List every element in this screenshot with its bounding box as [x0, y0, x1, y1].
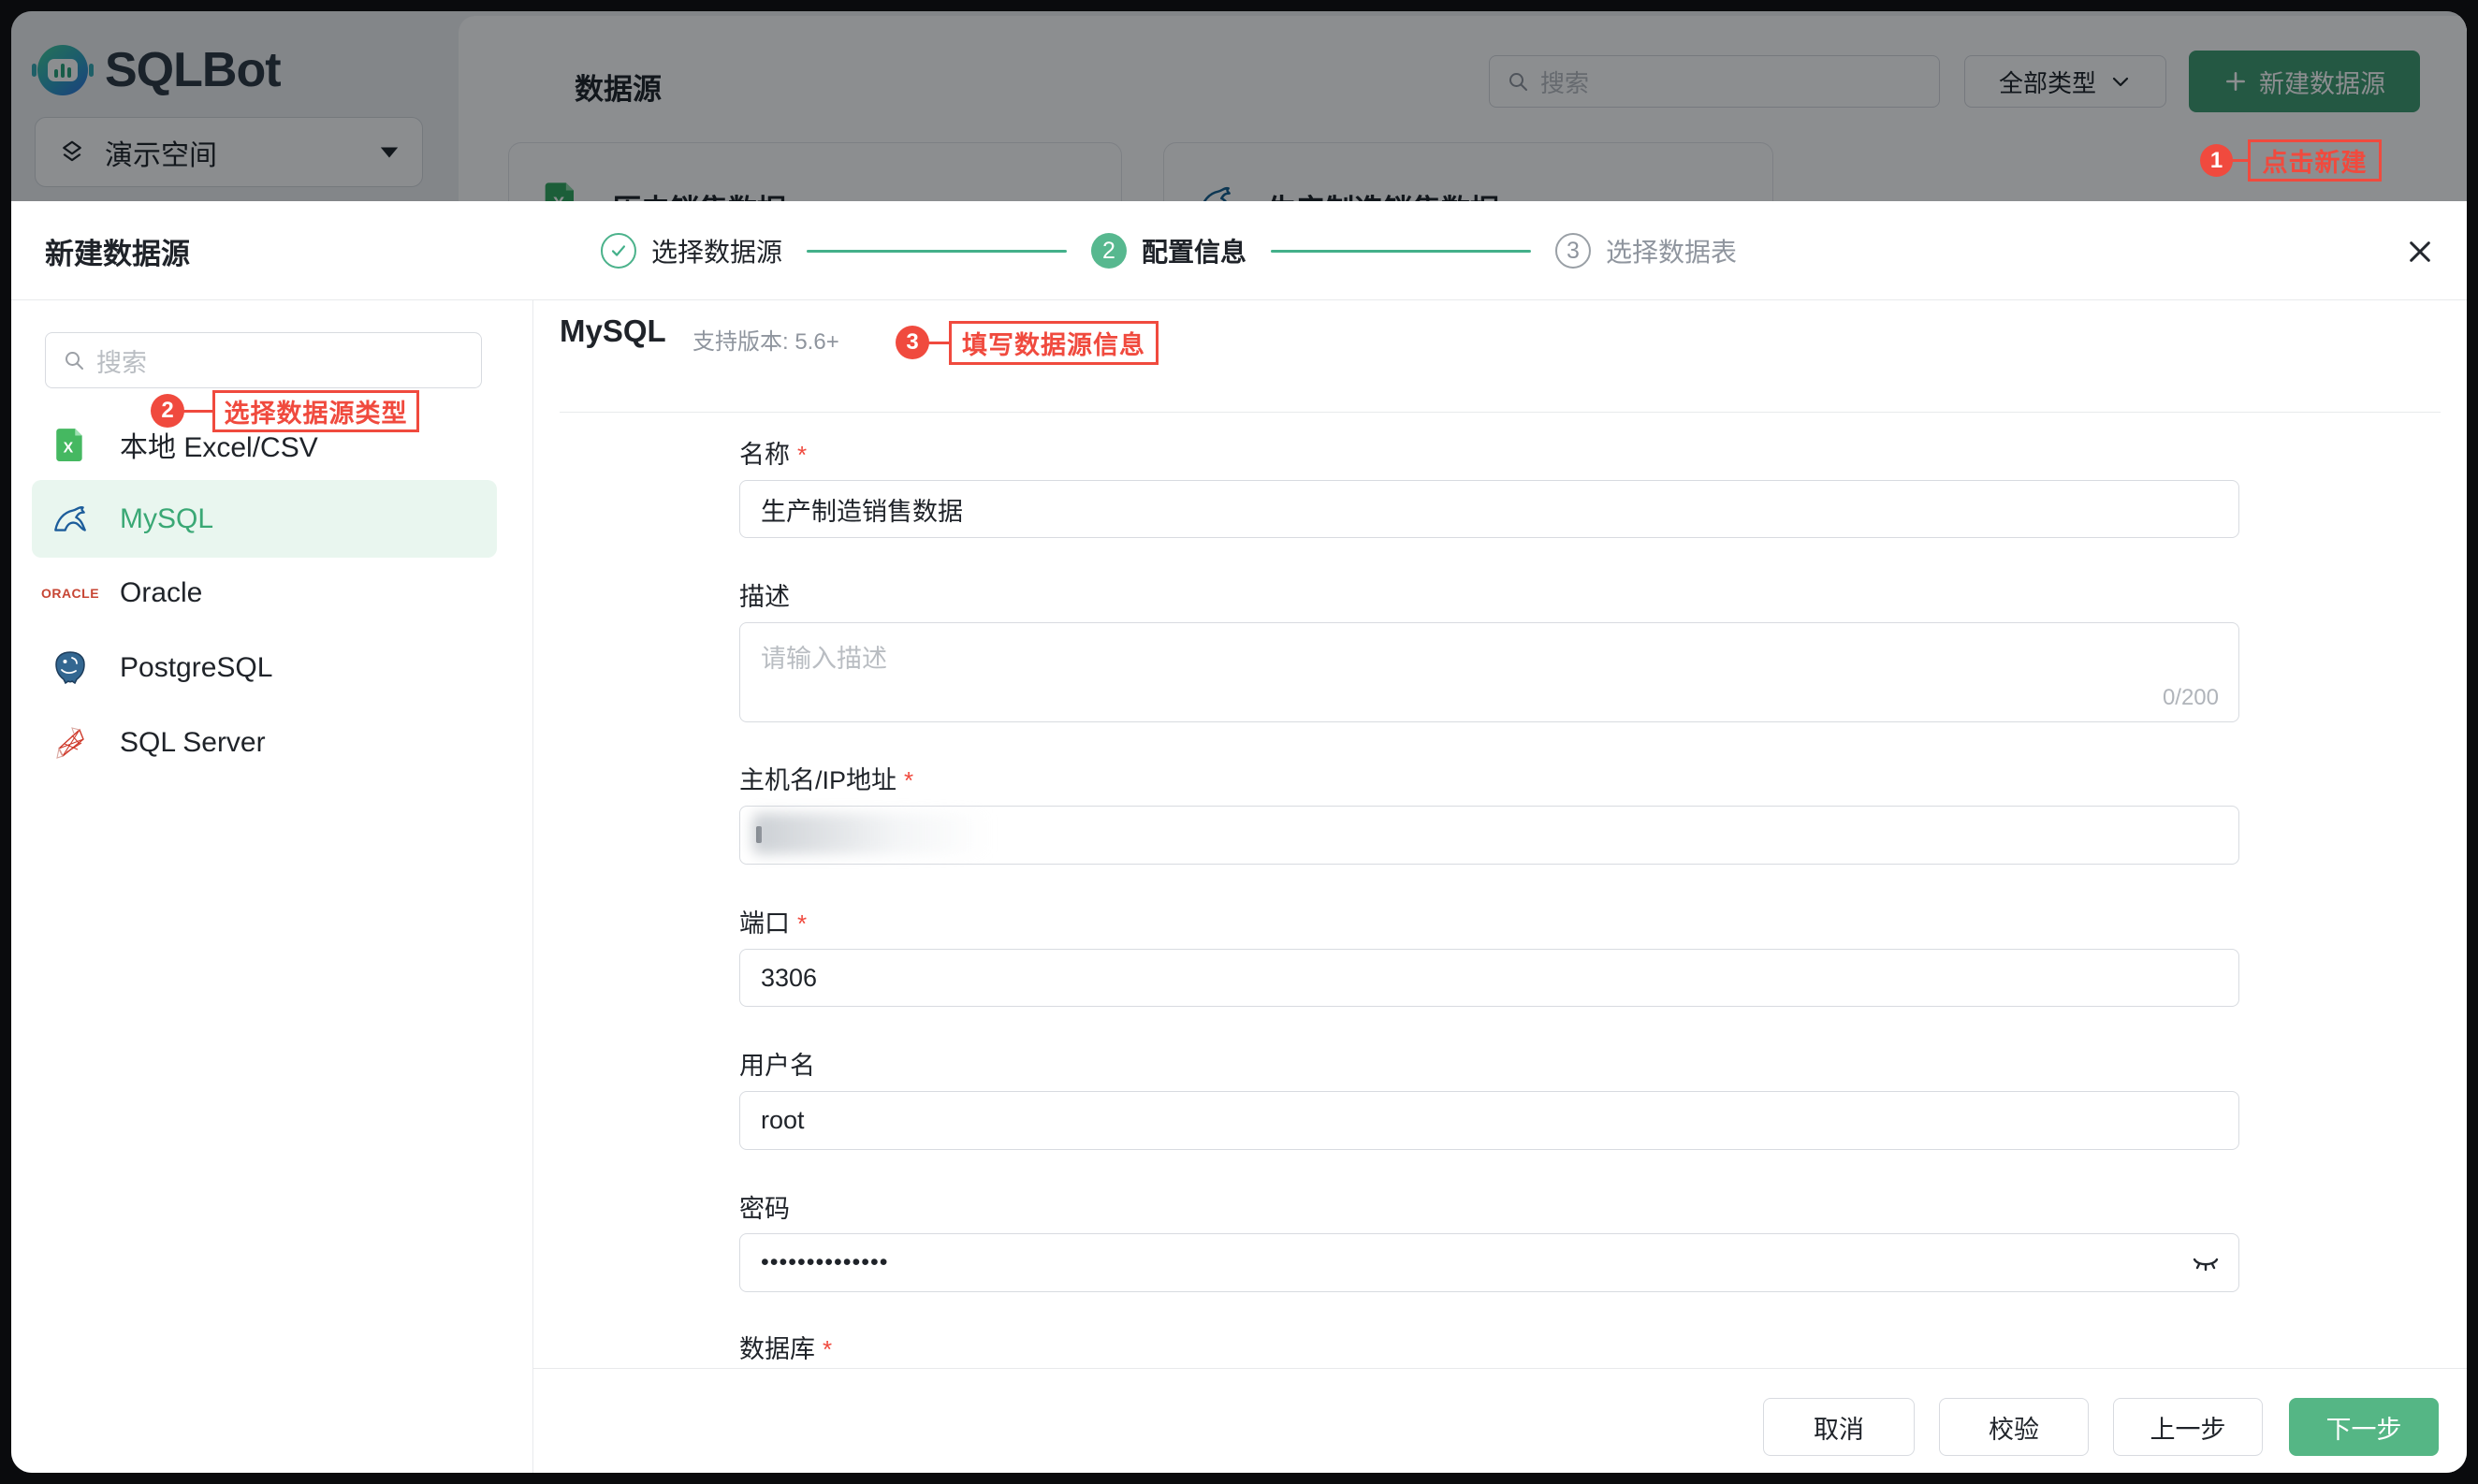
database-label: 数据库* [739, 1329, 832, 1365]
host-label: 主机名/IP地址* [739, 760, 913, 796]
mysql-icon [51, 500, 90, 539]
svg-text:X: X [64, 440, 74, 456]
new-datasource-modal: 新建数据源 选择数据源 2 配置信息 3 [11, 201, 2467, 1473]
annotation-1-badge: 1 [2200, 144, 2233, 177]
step-configure-info: 2 配置信息 [1091, 232, 1246, 269]
excel-icon: X [51, 425, 90, 464]
prev-step-button[interactable]: 上一步 [2113, 1398, 2263, 1456]
redaction-blur [752, 813, 991, 854]
divider [560, 412, 2441, 413]
modal-steps: 选择数据源 2 配置信息 3 选择数据表 [601, 201, 1737, 300]
datasource-type-sidebar: 搜索 2 选择数据源类型 X 本地 Excel/CSV [11, 300, 533, 1473]
db-version-note: 支持版本: 5.6+ [692, 323, 839, 356]
password-field[interactable] [739, 1233, 2239, 1292]
postgresql-icon [51, 648, 90, 688]
datasource-config-form: MySQL 支持版本: 5.6+ 3 填写数据源信息 名称* 描述 0/200 … [533, 300, 2467, 1473]
username-label: 用户名 [739, 1045, 815, 1082]
step-label: 选择数据表 [1606, 232, 1737, 269]
name-label: 名称* [739, 434, 807, 471]
search-icon [63, 349, 85, 371]
step-label: 选择数据源 [651, 232, 782, 269]
host-field-wrap [739, 806, 2239, 865]
annotation-1-label: 点击新建 [2248, 139, 2382, 182]
datasource-type-mysql[interactable]: MySQL [32, 480, 497, 558]
description-label: 描述 [739, 576, 790, 613]
screenshot-frame: SQLBot 演示空间 数据源 搜索 全部类型 新建数据源 [0, 0, 2478, 1484]
cancel-button[interactable]: 取消 [1763, 1398, 1915, 1456]
footer-divider [533, 1368, 2467, 1369]
step-select-tables: 3 选择数据表 [1555, 232, 1737, 269]
step-label: 配置信息 [1142, 232, 1246, 269]
datasource-type-sqlserver[interactable]: SQL Server [32, 706, 497, 779]
name-field[interactable] [739, 480, 2239, 538]
annotation-3-connector [927, 342, 949, 344]
annotation-1-connector [2231, 159, 2248, 162]
db-type-title: MySQL [560, 313, 666, 349]
close-icon[interactable] [2401, 233, 2439, 270]
step-number: 3 [1555, 233, 1591, 269]
eye-off-icon[interactable] [2187, 1244, 2224, 1282]
next-step-button[interactable]: 下一步 [2289, 1398, 2439, 1456]
type-label: PostgreSQL [120, 652, 272, 684]
search-placeholder: 搜索 [96, 342, 147, 379]
sqlserver-icon [51, 723, 90, 763]
type-label: Oracle [120, 577, 202, 609]
app-window: SQLBot 演示空间 数据源 搜索 全部类型 新建数据源 [11, 11, 2467, 1473]
port-field[interactable] [739, 949, 2239, 1007]
type-search-input[interactable]: 搜索 [45, 332, 482, 388]
oracle-icon: ORACLE [51, 574, 90, 613]
annotation-3-label: 填写数据源信息 [949, 321, 1159, 365]
description-field[interactable] [739, 622, 2239, 722]
port-label: 端口* [739, 903, 807, 939]
datasource-type-oracle[interactable]: ORACLE Oracle [32, 557, 497, 630]
step-select-datasource: 选择数据源 [601, 232, 782, 269]
type-label: SQL Server [120, 727, 266, 759]
type-label: 本地 Excel/CSV [120, 424, 318, 465]
annotation-3-badge: 3 [896, 326, 929, 359]
type-label: MySQL [120, 503, 213, 535]
description-field-wrap: 0/200 [739, 622, 2239, 722]
step-connector [1271, 250, 1531, 253]
password-label: 密码 [739, 1188, 790, 1225]
modal-title: 新建数据源 [45, 201, 190, 300]
step-done-check-icon [601, 233, 636, 269]
modal-header: 新建数据源 选择数据源 2 配置信息 3 [11, 201, 2467, 300]
username-field[interactable] [739, 1091, 2239, 1150]
step-connector [807, 250, 1067, 253]
char-counter: 0/200 [2163, 685, 2219, 711]
datasource-type-postgresql[interactable]: PostgreSQL [32, 632, 497, 705]
password-field-wrap [739, 1233, 2239, 1292]
step-number: 2 [1091, 233, 1127, 269]
datasource-type-excel[interactable]: X 本地 Excel/CSV [32, 408, 497, 481]
validate-button[interactable]: 校验 [1939, 1398, 2089, 1456]
